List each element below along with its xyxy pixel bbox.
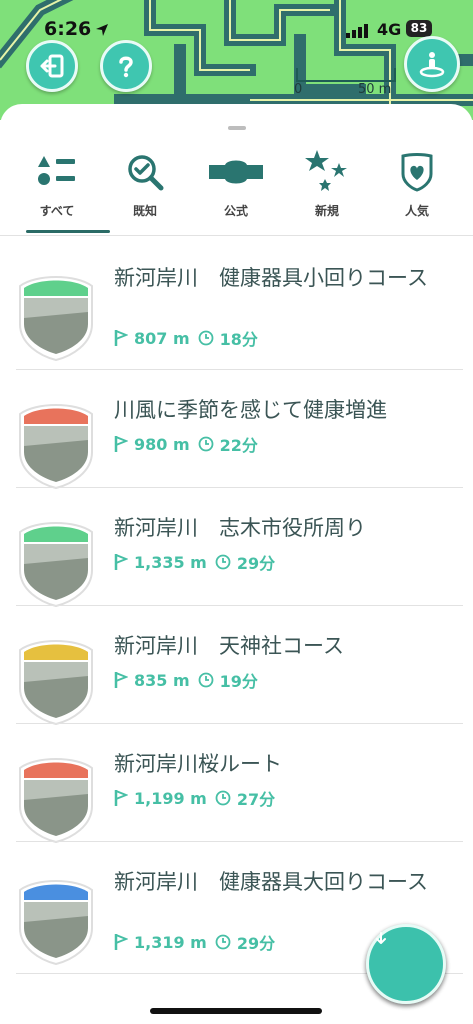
route-list-item[interactable]: 新河岸川 天神社コース 835 m 19分 (0, 606, 473, 726)
route-list-item[interactable]: 新河岸川桜ルート 1,199 m 27分 (0, 724, 473, 844)
route-meta: 980 m 22分 (114, 432, 258, 456)
filter-tabs: すべて 既知 公式 新規 人気 (0, 144, 473, 236)
route-distance: 1,199 m (134, 788, 207, 808)
tab-all[interactable]: すべて (10, 144, 104, 234)
route-list-item[interactable]: 新河岸川 志木市役所周り 1,335 m 29分 (0, 488, 473, 608)
route-duration: 29分 (236, 554, 276, 573)
route-title: 新河岸川桜ルート (114, 752, 282, 776)
route-meta: 1,335 m 29分 (114, 550, 275, 574)
route-title: 新河岸川 健康器具大回りコース (114, 870, 428, 894)
tab-popular[interactable]: 人気 (370, 144, 464, 234)
sheet-drag-handle[interactable] (228, 126, 246, 130)
route-distance: 807 m (134, 328, 190, 348)
route-badge (16, 636, 96, 726)
clock-icon (215, 934, 231, 950)
official-banner-icon (209, 160, 263, 184)
person-location-icon (419, 52, 445, 78)
download-badge (366, 924, 446, 1004)
flag-icon (114, 672, 128, 688)
route-badge (16, 876, 96, 966)
flag-icon (114, 934, 128, 950)
shapes-list-icon (38, 156, 75, 185)
route-distance: 980 m (134, 434, 190, 454)
route-title: 新河岸川 健康器具小回りコース (114, 266, 428, 290)
route-badge (16, 272, 96, 362)
tab-new[interactable]: 新規 (280, 144, 374, 234)
route-badge (16, 754, 96, 844)
clock-icon (198, 672, 214, 688)
flag-icon (114, 790, 128, 806)
flag-icon (114, 554, 128, 570)
exit-door-icon (40, 54, 64, 78)
question-mark-icon (119, 56, 133, 78)
tab-all-label: すべて (39, 204, 75, 218)
clock-icon (198, 436, 214, 452)
route-list-item[interactable]: 川風に季節を感じて健康増進 980 m 22分 (0, 370, 473, 490)
flag-icon (114, 436, 128, 452)
download-arrow-icon (376, 932, 386, 944)
route-distance: 835 m (134, 670, 190, 690)
route-meta: 807 m 18分 (114, 326, 258, 350)
selected-tab-indicator (26, 230, 110, 233)
flag-icon (114, 330, 128, 346)
route-meta: 835 m 19分 (114, 668, 258, 692)
tab-popular-label: 人気 (404, 204, 429, 218)
route-distance: 1,335 m (134, 552, 207, 572)
route-meta: 1,319 m 29分 (114, 930, 275, 954)
tab-official-label: 公式 (223, 204, 248, 218)
help-button[interactable] (100, 40, 152, 92)
battery-indicator: 83 (406, 20, 432, 37)
map-scale: 0 50 m (294, 62, 396, 102)
tab-official[interactable]: 公式 (189, 144, 283, 234)
heart-shield-icon (401, 153, 433, 192)
info-button[interactable] (404, 36, 460, 92)
route-duration: 22分 (219, 436, 258, 455)
route-title: 新河岸川 天神社コース (114, 634, 344, 658)
clock-icon (198, 330, 214, 346)
stars-icon (305, 150, 347, 191)
route-list: 新河岸川 健康器具小回りコース 807 m 18分 川風に季節を感じて健康増進 … (0, 238, 473, 974)
route-title: 川風に季節を感じて健康増進 (114, 398, 387, 422)
route-meta: 1,199 m 27分 (114, 786, 275, 810)
clock-icon (215, 554, 231, 570)
location-arrow-icon (95, 22, 109, 41)
route-duration: 18分 (219, 330, 258, 349)
scale-zero-label: 0 (294, 82, 303, 97)
network-type: 4G (377, 20, 402, 39)
tab-known-label: 既知 (132, 204, 157, 218)
status-bar: 6:26 4G 83 (0, 18, 473, 46)
route-duration: 27分 (236, 790, 276, 809)
tab-new-label: 新規 (314, 204, 339, 218)
status-time: 6:26 (44, 18, 92, 40)
route-badge (16, 518, 96, 608)
route-title: 新河岸川 志木市役所周り (114, 516, 366, 540)
exit-button[interactable] (26, 40, 78, 92)
home-indicator (150, 1008, 322, 1014)
tabs-divider (0, 235, 473, 236)
route-list-sheet: すべて 既知 公式 新規 人気 新河岸川 健康器具小回りコース 807 m 18… (0, 104, 473, 1024)
magnifier-check-icon (128, 155, 164, 191)
scale-distance-label: 50 m (358, 82, 392, 97)
route-duration: 19分 (219, 672, 258, 691)
route-list-item[interactable]: 新河岸川 健康器具小回りコース 807 m 18分 (0, 238, 473, 370)
clock-icon (215, 790, 231, 806)
route-badge (16, 400, 96, 490)
signal-icon (346, 23, 370, 42)
route-duration: 29分 (236, 934, 276, 953)
route-distance: 1,319 m (134, 932, 207, 952)
tab-known[interactable]: 既知 (98, 144, 192, 234)
